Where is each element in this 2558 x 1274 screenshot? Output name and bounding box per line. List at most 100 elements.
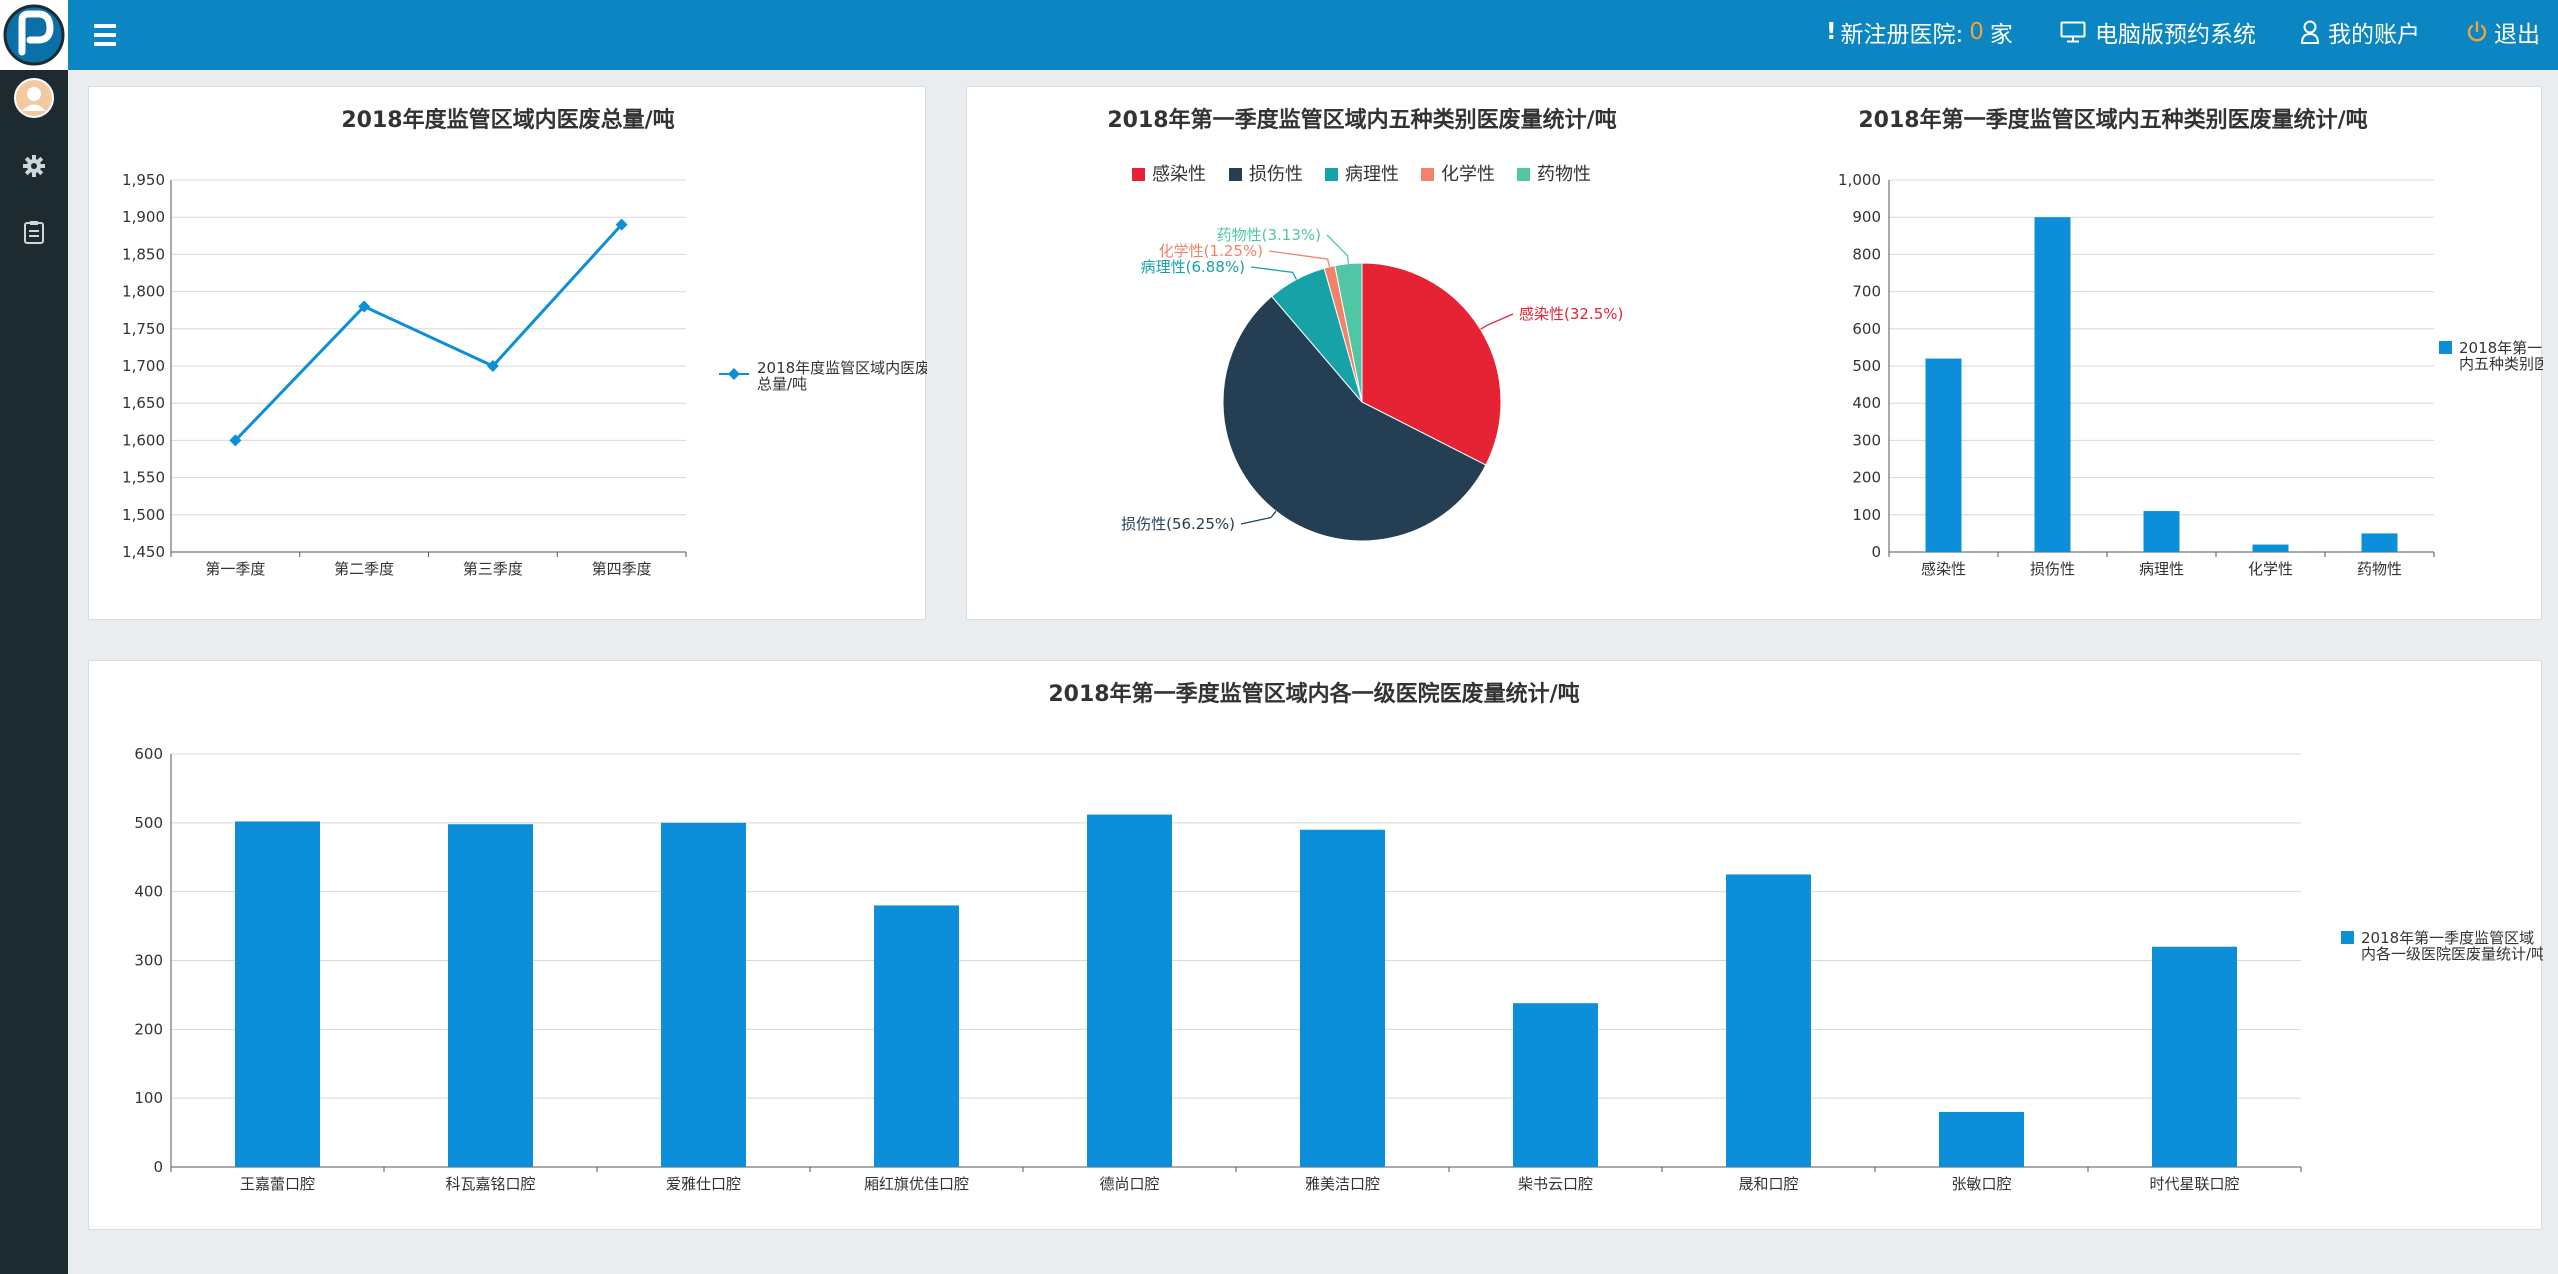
exclamation-icon: ! [1826, 19, 1837, 45]
x-tick-label: 第二季度 [334, 560, 394, 578]
bar [235, 821, 320, 1167]
top-bar: ! 新注册医院: 0 家 电脑版预约系统 我的账户 退出 [68, 0, 2558, 70]
panel-annual-total: 2018年度监管区域内医废总量/吨 1,450 1,500 1,550 1,600 1,6… [88, 86, 930, 620]
y-tick-label: 1,850 [122, 245, 165, 263]
x-tick-label: 第三季度 [463, 560, 523, 578]
x-tick-label: 时代星联口腔 [2149, 1175, 2239, 1193]
bar [1087, 814, 1172, 1167]
menu-toggle-icon[interactable] [90, 21, 120, 49]
legend-swatch [1517, 168, 1530, 181]
y-tick-label: 1,450 [122, 543, 165, 561]
y-tick-label: 300 [1852, 431, 1881, 449]
panel-category-stats: 2018年第一季度监管区域内五种类别医废量统计/吨 感染性 损伤性 病理性 化学性 药物性… [966, 86, 2543, 620]
bar [1726, 874, 1811, 1167]
y-tick-label: 0 [153, 1158, 163, 1176]
label-leader [1250, 266, 1297, 280]
y-tick-label: 1,800 [122, 283, 165, 301]
y-tick-label: 1,000 [1838, 171, 1881, 189]
category-bar-chart: 2018年第一季度监管区域内五种类别医废量统计/吨 0 100 200 300 400 50… [1838, 107, 2543, 578]
x-tick-label: 柴书云口腔 [1518, 1175, 1593, 1193]
bar [874, 905, 959, 1167]
desktop-system-label: 电脑版预约系统 [2095, 22, 2256, 48]
y-tick-label: 1,550 [122, 469, 165, 487]
y-tick-label: 200 [134, 1020, 163, 1038]
hospital-bar-chart: 2018年第一季度监管区域内各一级医院医废量统计/吨 0 100 200 300 400 5… [134, 681, 2546, 1193]
y-tick-label: 600 [1852, 320, 1881, 338]
y-tick-label: 500 [1852, 357, 1881, 375]
logo[interactable] [0, 0, 68, 70]
x-tick-label: 王嘉蕾口腔 [240, 1175, 315, 1193]
logout-button[interactable]: 退出 [2466, 0, 2540, 64]
y-tick-label: 0 [1871, 543, 1881, 561]
bar [2034, 217, 2071, 552]
bar [448, 824, 533, 1167]
x-tick-label: 第一季度 [205, 560, 265, 578]
legend-label: 病理性 [1345, 164, 1399, 185]
slice-label: 感染性(32.5%) [1519, 305, 1623, 323]
x-tick-label: 德尚口腔 [1099, 1175, 1159, 1193]
logo-icon [3, 4, 65, 66]
bar [2152, 946, 2237, 1167]
new-hospitals-unit: 家 [1989, 22, 2013, 48]
legend-marker [728, 368, 740, 380]
sidebar-item-clipboard[interactable] [14, 212, 54, 252]
pie-chart: 2018年第一季度监管区域内五种类别医废量统计/吨感染性 损伤性 病理性 化学性药物性… [1107, 107, 1623, 542]
bar [2361, 533, 2398, 552]
sidebar-item-avatar[interactable] [14, 78, 54, 118]
avatar-icon [14, 78, 54, 118]
y-tick-label: 100 [134, 1089, 163, 1107]
slice-label: 化学性(1.25%) [1159, 242, 1263, 260]
bar [1513, 1003, 1598, 1167]
bar [1939, 1111, 2024, 1167]
x-tick-label: 爱雅仕口腔 [666, 1175, 741, 1193]
label-leader [1326, 234, 1350, 264]
clipboard-icon [24, 221, 44, 244]
new-hospitals-notice[interactable]: ! 新注册医院: 0 家 [1826, 0, 2013, 64]
slice-label: 损伤性(56.25%) [1121, 515, 1235, 533]
x-tick-label: 雅美洁口腔 [1305, 1175, 1380, 1193]
x-tick-label: 药物性 [2357, 560, 2402, 578]
y-tick-label: 500 [134, 814, 163, 832]
y-tick-label: 100 [1852, 506, 1881, 524]
label-leader [1240, 510, 1277, 525]
sidebar-item-settings[interactable] [14, 146, 54, 186]
my-account-link[interactable]: 我的账户 [2300, 0, 2420, 64]
y-tick-label: 300 [134, 952, 163, 970]
y-tick-label: 1,950 [122, 171, 165, 189]
slice-label: 药物性(3.13%) [1217, 226, 1321, 244]
legend-label: 化学性 [1441, 164, 1495, 185]
label-leader [1268, 250, 1331, 268]
bar [2143, 511, 2180, 552]
y-tick-label: 1,900 [122, 208, 165, 226]
y-tick-label: 1,500 [122, 506, 165, 524]
series-line [234, 223, 623, 442]
chart-title: 2018年第一季度监管区域内五种类别医废量统计/吨 [1107, 107, 1616, 133]
legend-swatch [2439, 341, 2452, 354]
y-tick-label: 700 [1852, 283, 1881, 301]
legend-swatch [1421, 168, 1434, 181]
user-icon [2300, 20, 2320, 44]
bar [1300, 829, 1385, 1167]
legend-label: 内五种类别医废量统计/吨 [2459, 355, 2543, 373]
slice-label: 病理性(6.88%) [1141, 258, 1245, 276]
y-tick-label: 800 [1852, 245, 1881, 263]
legend-label: 损伤性 [1249, 164, 1303, 185]
new-hospitals-label: 新注册医院: [1840, 22, 1964, 48]
bar [1925, 358, 1962, 552]
x-tick-label: 感染性 [1921, 560, 1966, 578]
legend-swatch [2341, 931, 2354, 944]
y-tick-label: 600 [134, 745, 163, 763]
chart-title: 2018年第一季度监管区域内五种类别医废量统计/吨 [1858, 107, 2367, 133]
legend-swatch [1229, 168, 1242, 181]
x-tick-label: 厢红旗优佳口腔 [864, 1175, 969, 1193]
x-tick-label: 损伤性 [2030, 560, 2075, 578]
bar [2252, 544, 2289, 552]
desktop-system-link[interactable]: 电脑版预约系统 [2060, 0, 2256, 64]
x-tick-label: 第四季度 [592, 560, 652, 578]
legend-label: 感染性 [1152, 164, 1206, 185]
legend-swatch [1132, 168, 1145, 181]
y-tick-label: 900 [1852, 208, 1881, 226]
y-tick-label: 1,600 [122, 431, 165, 449]
logout-label: 退出 [2494, 22, 2540, 48]
sidebar [0, 0, 68, 1274]
